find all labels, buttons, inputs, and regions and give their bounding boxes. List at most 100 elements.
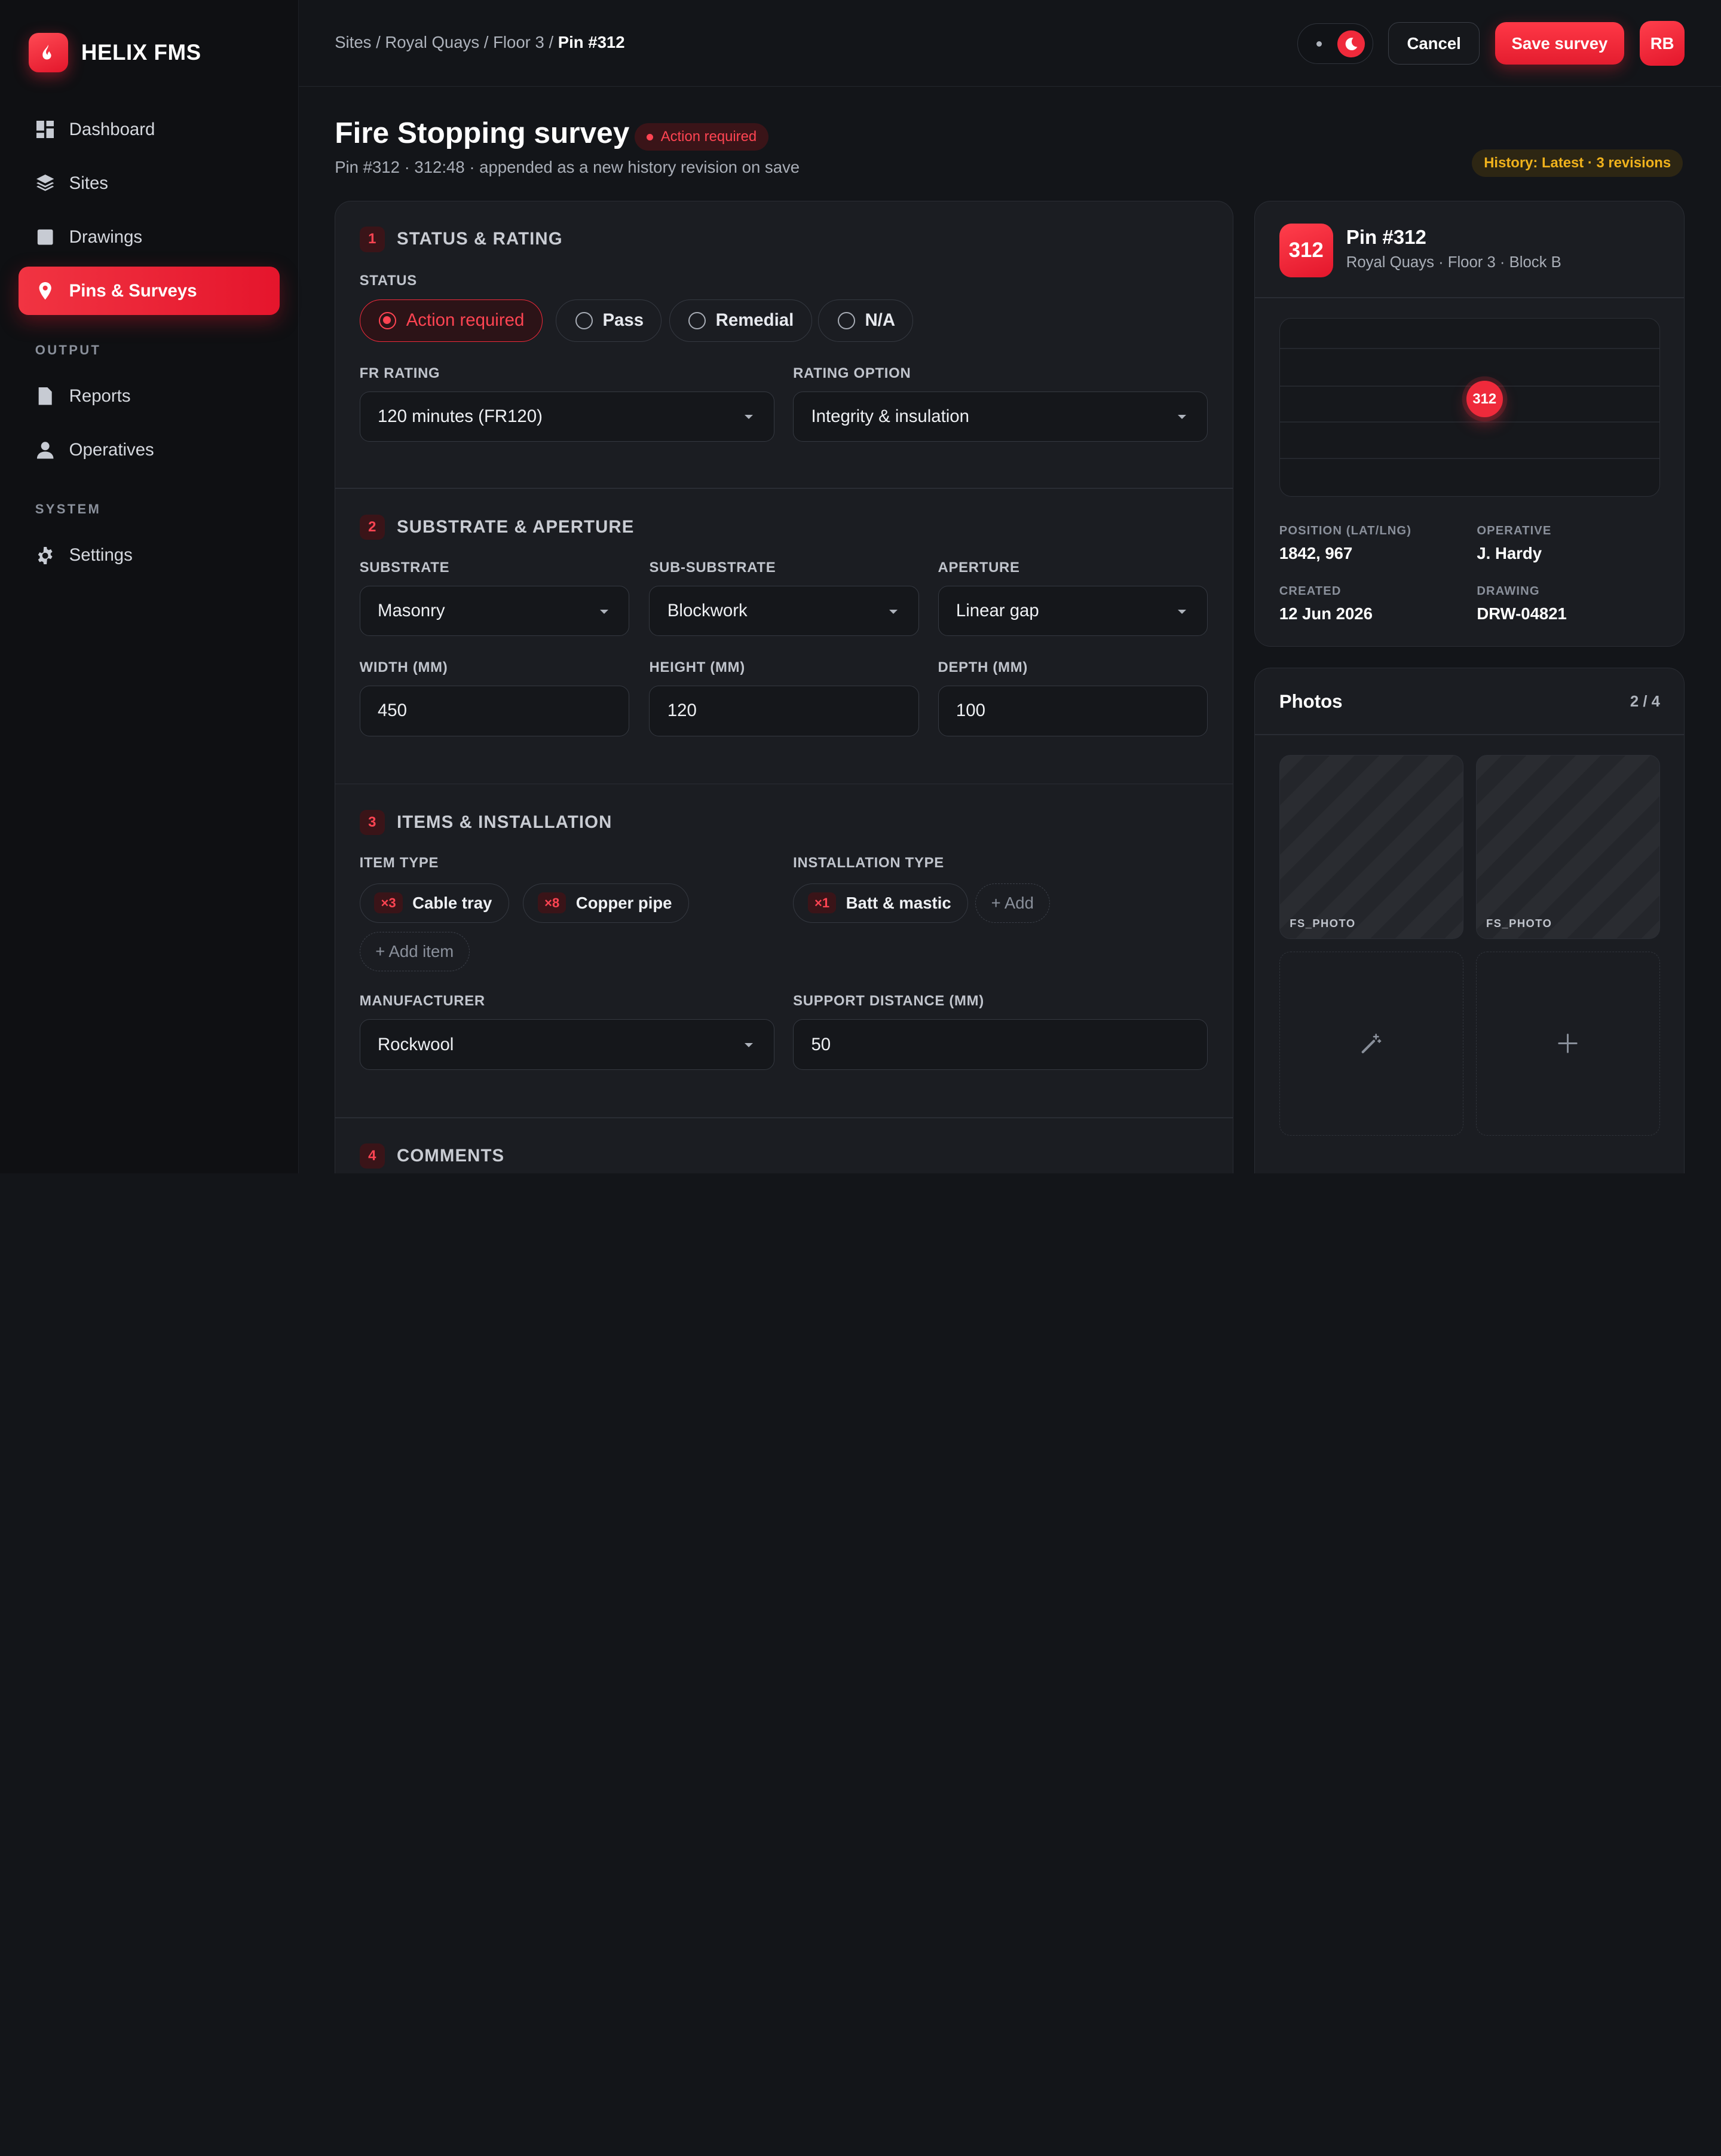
status-option-remedial[interactable]: Remedial xyxy=(669,299,812,342)
item-chip-cable-tray[interactable]: ×3 Cable tray xyxy=(359,883,509,923)
section-divider xyxy=(335,488,1233,490)
height-input[interactable]: 120 xyxy=(649,686,920,736)
sidebar-item-label: Drawings xyxy=(69,227,143,247)
status-option-pass[interactable]: Pass xyxy=(556,299,662,342)
breadcrumb-item[interactable]: Royal Quays xyxy=(385,33,479,51)
fr-rating-select[interactable]: 120 minutes (FR120) xyxy=(359,391,774,442)
support-distance-input[interactable]: 50 xyxy=(793,1019,1208,1070)
add-item-button[interactable]: + Add item xyxy=(359,931,470,971)
map-gridline xyxy=(1279,421,1660,423)
photos-count: 2 / 4 xyxy=(1630,693,1660,710)
drawing-value: DRW-04821 xyxy=(1477,604,1567,623)
plus-icon xyxy=(1558,1033,1578,1053)
nav-section-system: SYSTEM xyxy=(35,501,102,517)
pin-number-badge: 312 xyxy=(1279,223,1333,277)
manufacturer-select[interactable]: Rockwool xyxy=(359,1019,774,1070)
save-survey-button[interactable]: Save survey xyxy=(1495,22,1625,65)
sidebar-item-label: Reports xyxy=(69,386,131,406)
add-photo-slot[interactable] xyxy=(1475,951,1661,1136)
section-number: 4 xyxy=(359,1143,385,1169)
depth-input[interactable]: 100 xyxy=(938,686,1208,736)
pin-map-preview[interactable]: 312 xyxy=(1279,317,1661,497)
sidebar-item-label: Operatives xyxy=(69,440,154,460)
sidebar-item-pins-surveys[interactable]: Pins & Surveys xyxy=(19,267,280,316)
sidebar-item-dashboard[interactable]: Dashboard xyxy=(19,105,280,154)
sidebar-item-label: Sites xyxy=(69,173,108,193)
created-label: CREATED xyxy=(1279,585,1342,598)
breadcrumb-current: Pin #312 xyxy=(558,33,625,52)
sidebar-item-drawings[interactable]: Drawings xyxy=(19,213,280,261)
breadcrumb: Sites / Royal Quays / Floor 3 / Pin #312 xyxy=(335,33,625,52)
page-subtitle: Pin #312 · 312:48 · appended as a new hi… xyxy=(335,158,800,177)
sub-substrate-select[interactable]: Blockwork xyxy=(649,585,920,637)
caret-down-icon xyxy=(889,609,898,614)
position-value: 1842, 967 xyxy=(1279,544,1353,563)
sun-dot-icon xyxy=(1316,41,1322,47)
select-value: 120 minutes (FR120) xyxy=(377,406,543,427)
sidebar-item-sites[interactable]: Sites xyxy=(19,159,280,207)
status-option-action-required[interactable]: Action required xyxy=(359,299,543,342)
sidebar-item-operatives[interactable]: Operatives xyxy=(19,426,280,475)
section-header-substrate: 2 SUBSTRATE & APERTURE xyxy=(359,514,635,540)
map-gridline xyxy=(1279,458,1660,459)
magic-wand-icon xyxy=(1361,1033,1382,1054)
section-title: STATUS & RATING xyxy=(397,229,563,249)
map-pin-marker[interactable]: 312 xyxy=(1466,381,1503,418)
operative-label: OPERATIVE xyxy=(1477,524,1552,538)
avatar[interactable]: RB xyxy=(1640,20,1685,66)
flame-icon xyxy=(28,33,68,73)
pin-details-card: 312 Pin #312 Royal Quays · Floor 3 · Blo… xyxy=(1254,201,1685,647)
quantity-badge: ×1 xyxy=(807,892,837,914)
breadcrumb-item[interactable]: Sites xyxy=(335,33,371,51)
rating-option-label: RATING OPTION xyxy=(793,365,911,381)
select-value: Rockwool xyxy=(377,1034,454,1054)
sidebar-item-reports[interactable]: Reports xyxy=(19,372,280,421)
photo-tag: FS_PHOTO xyxy=(1486,916,1552,929)
add-installation-button[interactable]: + Add xyxy=(975,883,1050,923)
chip-label: Cable tray xyxy=(412,893,492,912)
drawing-label: DRAWING xyxy=(1477,585,1540,598)
substrate-select[interactable]: Masonry xyxy=(359,585,630,637)
photo-thumbnail[interactable]: FS_PHOTO xyxy=(1475,754,1661,940)
item-type-label: ITEM TYPE xyxy=(359,854,439,871)
app-root: HELIX FMS Dashboard Sites Drawings Pins … xyxy=(0,0,1721,1174)
section-title: COMMENTS xyxy=(397,1146,505,1166)
chip-label: Copper pipe xyxy=(575,893,672,912)
input-value: 100 xyxy=(956,701,985,721)
status-option-na[interactable]: N/A xyxy=(818,299,914,342)
radio-label: Action required xyxy=(406,310,525,331)
item-chip-copper-pipe[interactable]: ×8 Copper pipe xyxy=(523,883,690,923)
input-value: 450 xyxy=(377,701,407,721)
select-value: Linear gap xyxy=(956,601,1039,621)
topbar: Sites / Royal Quays / Floor 3 / Pin #312… xyxy=(298,0,1721,87)
input-value: 120 xyxy=(667,701,697,721)
map-gridline xyxy=(1279,385,1660,387)
caret-down-icon xyxy=(1178,415,1187,420)
capture-photo-slot[interactable] xyxy=(1279,951,1464,1136)
rating-option-select[interactable]: Integrity & insulation xyxy=(793,391,1208,442)
section-number: 2 xyxy=(359,514,385,540)
section-title: ITEMS & INSTALLATION xyxy=(397,812,613,832)
sidebar-item-label: Pins & Surveys xyxy=(69,280,197,301)
radio-icon xyxy=(688,311,706,330)
section-divider xyxy=(335,783,1233,785)
breadcrumb-item[interactable]: Floor 3 xyxy=(493,33,544,51)
nav-section-output: OUTPUT xyxy=(35,342,102,358)
sidebar-item-label: Dashboard xyxy=(69,119,155,139)
chip-label: Batt & mastic xyxy=(846,893,951,912)
sidebar-item-settings[interactable]: Settings xyxy=(19,531,280,580)
operative-value: J. Hardy xyxy=(1477,544,1542,563)
photo-thumbnail[interactable]: FS_PHOTO xyxy=(1279,754,1464,940)
brand[interactable]: HELIX FMS xyxy=(28,33,201,73)
installation-type-label: INSTALLATION TYPE xyxy=(793,854,944,871)
history-badge[interactable]: History: Latest · 3 revisions xyxy=(1472,149,1683,177)
install-chip-batt-mastic[interactable]: ×1 Batt & mastic xyxy=(793,883,969,923)
aperture-select[interactable]: Linear gap xyxy=(938,585,1208,637)
width-input[interactable]: 450 xyxy=(359,686,630,736)
width-label: WIDTH (MM) xyxy=(359,659,448,675)
square-icon xyxy=(37,229,53,245)
theme-toggle[interactable] xyxy=(1297,23,1373,64)
cancel-button[interactable]: Cancel xyxy=(1388,22,1480,65)
brand-name: HELIX FMS xyxy=(81,40,201,65)
sidebar: HELIX FMS Dashboard Sites Drawings Pins … xyxy=(0,0,299,1174)
